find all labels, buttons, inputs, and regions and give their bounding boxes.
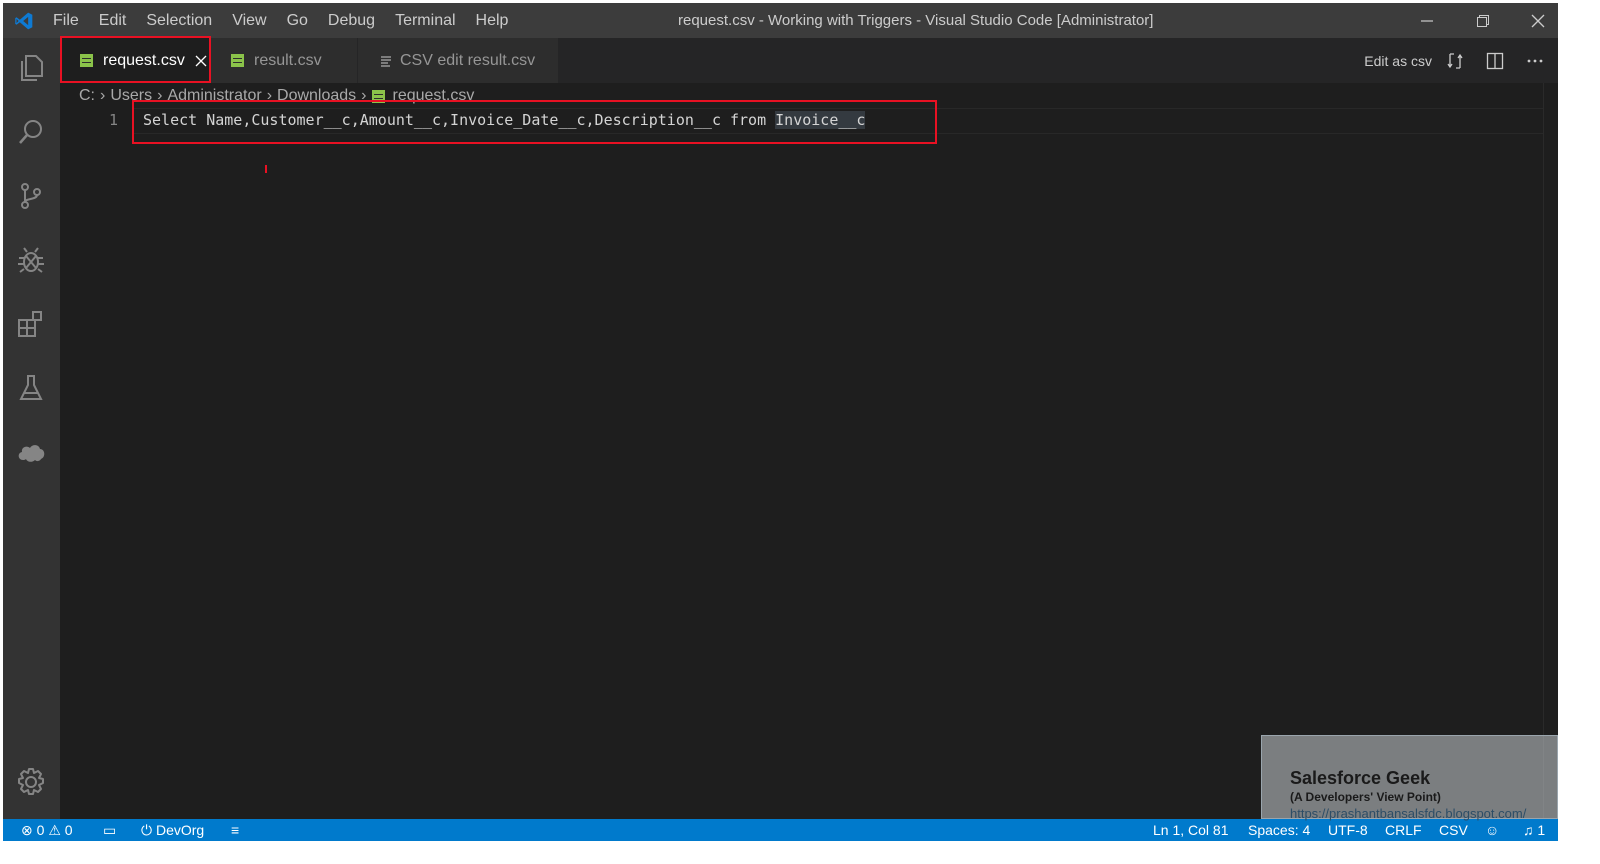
salesforce-cloud-icon[interactable] — [15, 436, 47, 468]
tab-label: CSV edit result.csv — [400, 51, 536, 69]
editor-tabs: request.csv result.csv CSV edit result.c… — [60, 36, 1558, 83]
open-changes-icon[interactable] — [1446, 52, 1464, 70]
vscode-window: File Edit Selection View Go Debug Termin… — [3, 3, 1558, 841]
feedback-smiley-icon[interactable]: ☺ — [1485, 819, 1499, 841]
warning-icon: ⚠ — [48, 822, 61, 838]
list-icon — [381, 55, 391, 67]
title-bar: File Edit Selection View Go Debug Termin… — [3, 3, 1558, 38]
explorer-icon[interactable] — [15, 52, 47, 84]
watermark-url: https://prashantbansalsfdc.blogspot.com/ — [1290, 806, 1527, 821]
cursor-position[interactable]: Ln 1, Col 81 — [1153, 819, 1229, 841]
chevron-right-icon: › — [100, 87, 106, 104]
line-number: 1 — [108, 111, 118, 129]
editor-actions: Edit as csv — [1364, 38, 1558, 83]
search-icon[interactable] — [15, 116, 47, 148]
activity-bar — [3, 38, 60, 819]
org-name: DevOrg — [155, 822, 205, 838]
menu-terminal[interactable]: Terminal — [395, 12, 455, 30]
menu-bar: File Edit Selection View Go Debug Termin… — [53, 3, 528, 38]
menu-edit[interactable]: Edit — [99, 12, 127, 30]
status-bar: ⊗ 0 ⚠ 0 ▭ ⏻ DevOrg ≡ Ln 1, Col 81 Spaces… — [3, 819, 1558, 841]
minimize-icon — [1421, 19, 1433, 22]
language-mode[interactable]: CSV — [1439, 819, 1468, 841]
editor-scrollbar[interactable] — [1543, 83, 1558, 819]
watermark-title: Salesforce Geek — [1290, 768, 1431, 788]
breadcrumb-drive[interactable]: C: — [79, 85, 95, 107]
org-indicator[interactable]: ⏻ DevOrg — [141, 819, 204, 841]
error-count: 0 — [36, 822, 45, 838]
tab-label: result.csv — [254, 51, 322, 69]
tab-csv-edit-result[interactable]: CSV edit result.csv — [358, 38, 558, 83]
blog-watermark: Salesforce Geek (A Developers' View Poin… — [1261, 735, 1558, 821]
tab-result-csv[interactable]: result.csv — [211, 38, 357, 83]
problems-indicator[interactable]: ⊗ 0 ⚠ 0 — [21, 819, 73, 841]
test-flask-icon[interactable] — [15, 372, 47, 404]
menu-view[interactable]: View — [232, 12, 266, 30]
output-icon[interactable]: ▭ — [103, 819, 116, 841]
notifications[interactable]: ♫ 1 — [1523, 819, 1545, 841]
debug-icon[interactable] — [15, 244, 47, 276]
csv-file-icon — [231, 54, 244, 67]
window-title: request.csv - Working with Triggers - Vi… — [678, 12, 1154, 29]
indentation[interactable]: Spaces: 4 — [1248, 819, 1310, 841]
restore-icon — [1477, 14, 1489, 27]
menu-debug[interactable]: Debug — [328, 12, 375, 30]
minimize-button[interactable] — [1402, 3, 1452, 38]
watermark-subtitle: (A Developers' View Point) — [1290, 790, 1441, 804]
source-control-icon[interactable] — [15, 180, 47, 212]
error-icon: ⊗ — [21, 822, 33, 838]
close-icon — [1531, 14, 1545, 27]
warning-count: 0 — [64, 822, 73, 838]
line-ending[interactable]: CRLF — [1385, 819, 1422, 841]
settings-gear-icon[interactable] — [15, 766, 47, 798]
edit-as-csv-button[interactable]: Edit as csv — [1364, 53, 1432, 69]
menu-help[interactable]: Help — [476, 12, 509, 30]
highlight-box-code — [132, 100, 937, 144]
extensions-icon[interactable] — [15, 308, 47, 340]
cursor-mark — [265, 165, 267, 173]
more-actions-icon[interactable] — [1526, 52, 1544, 70]
menu-file[interactable]: File — [53, 12, 79, 30]
split-editor-icon[interactable] — [1486, 52, 1504, 70]
restore-button[interactable] — [1458, 3, 1508, 38]
menu-selection[interactable]: Selection — [146, 12, 212, 30]
menu-go[interactable]: Go — [287, 12, 308, 30]
plug-icon: ⏻ — [141, 822, 153, 838]
encoding[interactable]: UTF-8 — [1328, 819, 1368, 841]
highlight-box-tab — [60, 36, 211, 83]
bell-icon: ♫ — [1523, 822, 1534, 838]
close-window-button[interactable] — [1513, 3, 1558, 38]
notification-count: 1 — [1537, 822, 1546, 838]
vscode-logo-icon — [15, 12, 33, 30]
tasks-icon[interactable]: ≡ — [231, 819, 239, 841]
